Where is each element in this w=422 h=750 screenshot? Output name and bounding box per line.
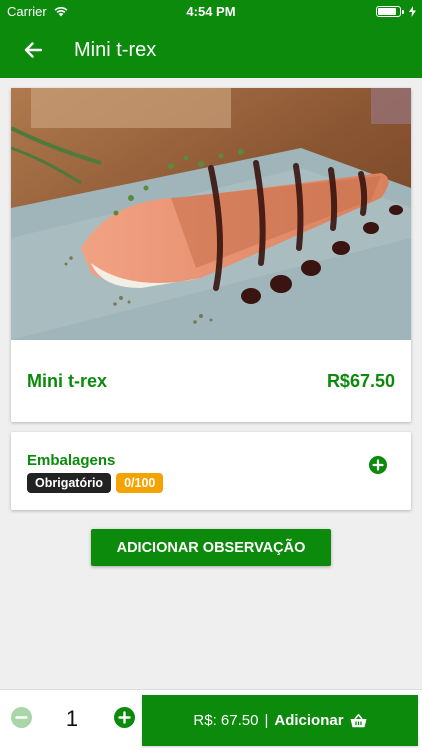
add-to-cart-button[interactable]: R$: 67.50 | Adicionar bbox=[142, 695, 418, 746]
required-badge: Obrigatório bbox=[27, 473, 112, 493]
charging-bolt-icon bbox=[409, 5, 416, 17]
back-button[interactable] bbox=[0, 22, 66, 78]
add-option-icon[interactable] bbox=[369, 456, 387, 474]
product-name: Mini t-rex bbox=[27, 370, 108, 391]
product-card: Mini t-rex R$67.50 bbox=[11, 88, 411, 422]
product-info: Mini t-rex R$67.50 bbox=[11, 340, 411, 422]
add-observation-button[interactable]: ADICIONAR OBSERVAÇÃO bbox=[91, 529, 331, 566]
options-card[interactable]: Embalagens Obrigatório 0/100 bbox=[11, 432, 411, 510]
product-image bbox=[11, 88, 411, 340]
page-title: Mini t-rex bbox=[74, 38, 157, 61]
nav-bar: Mini t-rex bbox=[0, 22, 422, 78]
add-label: Adicionar bbox=[274, 712, 344, 729]
status-bar: Carrier 4:54 PM bbox=[0, 0, 422, 22]
decrease-quantity-icon[interactable] bbox=[11, 707, 32, 728]
carrier-label: Carrier bbox=[7, 3, 47, 19]
battery-icon bbox=[376, 5, 404, 17]
basket-icon bbox=[350, 713, 367, 727]
product-price: R$67.50 bbox=[326, 370, 395, 391]
wifi-icon bbox=[54, 6, 68, 17]
cart-total: R$: 67.50 bbox=[193, 712, 259, 729]
options-title: Embalagens bbox=[27, 452, 116, 469]
quantity-value: 1 bbox=[65, 706, 79, 731]
cart-separator: | bbox=[264, 712, 269, 729]
options-badges: Obrigatório 0/100 bbox=[27, 473, 395, 493]
bottom-bar: 1 R$: 67.50 | Adicionar bbox=[0, 689, 422, 750]
count-badge: 0/100 bbox=[116, 473, 164, 493]
arrow-left-icon bbox=[24, 42, 42, 58]
increase-quantity-icon[interactable] bbox=[114, 707, 135, 728]
